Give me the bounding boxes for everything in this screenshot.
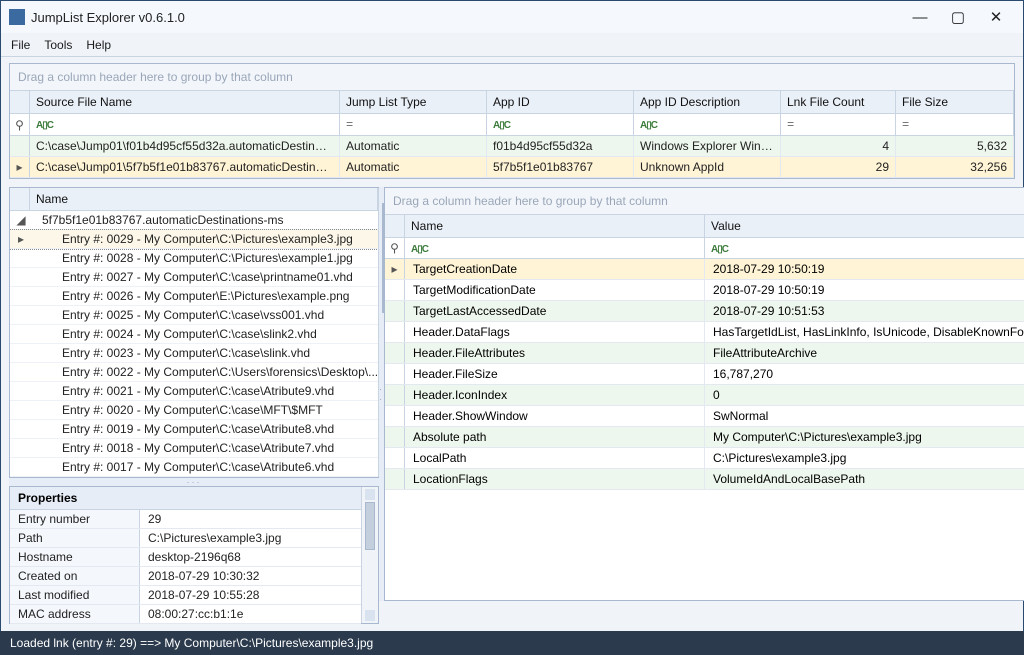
tree-entry[interactable]: Entry #: 0024 - My Computer\C:\case\slin…: [10, 325, 378, 344]
detail-row[interactable]: LocalPathC:\Pictures\example3.jpg: [385, 448, 1024, 469]
tree-entry[interactable]: Entry #: 0021 - My Computer\C:\case\Atri…: [10, 382, 378, 401]
detail-row[interactable]: TargetModificationDate2018-07-29 10:50:1…: [385, 280, 1024, 301]
filter-input[interactable]: A▯C: [36, 120, 53, 131]
col-value[interactable]: Value: [705, 215, 1024, 237]
filter-icon[interactable]: ⚲: [385, 238, 405, 258]
file-row[interactable]: ▸ C:\case\Jump01\5f7b5f1e01b83767.automa…: [10, 157, 1014, 178]
detail-row[interactable]: Absolute pathMy Computer\C:\Pictures\exa…: [385, 427, 1024, 448]
vertical-scrollbar[interactable]: [361, 487, 378, 623]
filter-row: ⚲ A▯C = A▯C A▯C = =: [10, 114, 1014, 136]
filter-input[interactable]: A▯C: [711, 244, 728, 255]
tree-entry[interactable]: Entry #: 0019 - My Computer\C:\case\Atri…: [10, 420, 378, 439]
detail-row[interactable]: Header.FileSize16,787,270: [385, 364, 1024, 385]
property-row[interactable]: Entry number29: [10, 510, 361, 529]
menu-file[interactable]: File: [11, 38, 30, 52]
title-bar: JumpList Explorer v0.6.1.0 — ▢ ✕: [1, 1, 1023, 33]
properties-title: Properties: [10, 487, 361, 510]
col-count[interactable]: Lnk File Count: [781, 91, 896, 113]
detail-row[interactable]: Header.ShowWindowSwNormal: [385, 406, 1024, 427]
filter-input[interactable]: =: [346, 118, 353, 132]
details-grid: Drag a column header here to group by th…: [384, 187, 1024, 601]
status-text: Loaded lnk (entry #: 29) ==> My Computer…: [10, 636, 373, 650]
tree-entry[interactable]: Entry #: 0028 - My Computer\C:\Pictures\…: [10, 249, 378, 268]
tree-entry[interactable]: Entry #: 0027 - My Computer\C:\case\prin…: [10, 268, 378, 287]
tree-entry[interactable]: Entry #: 0023 - My Computer\C:\case\slin…: [10, 344, 378, 363]
tree-entry[interactable]: Entry #: 0026 - My Computer\E:\Pictures\…: [10, 287, 378, 306]
tree-entry[interactable]: Entry #: 0025 - My Computer\C:\case\vss0…: [10, 306, 378, 325]
property-row[interactable]: Last modified2018-07-29 10:55:28: [10, 586, 361, 605]
detail-row[interactable]: Header.DataFlagsHasTargetIdList, HasLink…: [385, 322, 1024, 343]
filter-input[interactable]: =: [787, 118, 794, 132]
menu-help[interactable]: Help: [86, 38, 111, 52]
col-type[interactable]: Jump List Type: [340, 91, 487, 113]
property-row[interactable]: PathC:\Pictures\example3.jpg: [10, 529, 361, 548]
col-size[interactable]: File Size: [896, 91, 1014, 113]
tree-entry[interactable]: Entry #: 0017 - My Computer\C:\case\Atri…: [10, 458, 378, 477]
filter-input[interactable]: A▯C: [411, 244, 428, 255]
property-row[interactable]: Hostnamedesktop-2196q68: [10, 548, 361, 567]
maximize-button[interactable]: ▢: [939, 8, 977, 26]
entries-tree: Name ◢5f7b5f1e01b83767.automaticDestinat…: [9, 187, 379, 478]
col-name[interactable]: Name: [30, 188, 378, 210]
files-grid: Drag a column header here to group by th…: [9, 63, 1015, 179]
properties-panel: Properties Entry number29PathC:\Pictures…: [9, 486, 379, 624]
property-row[interactable]: Created on2018-07-29 10:30:32: [10, 567, 361, 586]
close-button[interactable]: ✕: [977, 8, 1015, 26]
col-name[interactable]: Name: [405, 215, 705, 237]
filter-input[interactable]: =: [902, 118, 909, 132]
files-grid-header: Source File Name Jump List Type App ID A…: [10, 91, 1014, 114]
filter-icon[interactable]: ⚲: [10, 114, 30, 135]
tree-entry[interactable]: Entry #: 0018 - My Computer\C:\case\Atri…: [10, 439, 378, 458]
tree-entry[interactable]: Entry #: 0022 - My Computer\C:\Users\for…: [10, 363, 378, 382]
group-hint[interactable]: Drag a column header here to group by th…: [385, 188, 1024, 215]
file-row[interactable]: C:\case\Jump01\f01b4d95cf55d32a.automati…: [10, 136, 1014, 157]
detail-row[interactable]: LocationFlagsVolumeIdAndLocalBasePath: [385, 469, 1024, 490]
tree-entry[interactable]: ▸Entry #: 0029 - My Computer\C:\Pictures…: [10, 230, 378, 249]
app-icon: [9, 9, 25, 25]
group-hint[interactable]: Drag a column header here to group by th…: [10, 64, 1014, 91]
filter-input[interactable]: A▯C: [493, 120, 510, 131]
menu-tools[interactable]: Tools: [44, 38, 72, 52]
tree-entry[interactable]: Entry #: 0020 - My Computer\C:\case\MFT\…: [10, 401, 378, 420]
menu-bar: File Tools Help: [1, 33, 1023, 57]
detail-row[interactable]: ▸TargetCreationDate2018-07-29 10:50:19: [385, 259, 1024, 280]
horizontal-splitter[interactable]: ···: [9, 478, 379, 486]
col-appid[interactable]: App ID: [487, 91, 634, 113]
property-row[interactable]: MAC address08:00:27:cc:b1:1e: [10, 605, 361, 624]
col-source[interactable]: Source File Name: [30, 91, 340, 113]
minimize-button[interactable]: —: [901, 9, 939, 26]
window-title: JumpList Explorer v0.6.1.0: [31, 10, 901, 25]
tree-parent[interactable]: ◢5f7b5f1e01b83767.automaticDestinations-…: [10, 211, 378, 230]
col-desc[interactable]: App ID Description: [634, 91, 781, 113]
detail-row[interactable]: Header.IconIndex0: [385, 385, 1024, 406]
detail-row[interactable]: TargetLastAccessedDate2018-07-29 10:51:5…: [385, 301, 1024, 322]
detail-row[interactable]: Header.FileAttributesFileAttributeArchiv…: [385, 343, 1024, 364]
status-bar: Loaded lnk (entry #: 29) ==> My Computer…: [0, 631, 1024, 655]
filter-input[interactable]: A▯C: [640, 120, 657, 131]
vertical-scrollbar[interactable]: [378, 188, 379, 477]
